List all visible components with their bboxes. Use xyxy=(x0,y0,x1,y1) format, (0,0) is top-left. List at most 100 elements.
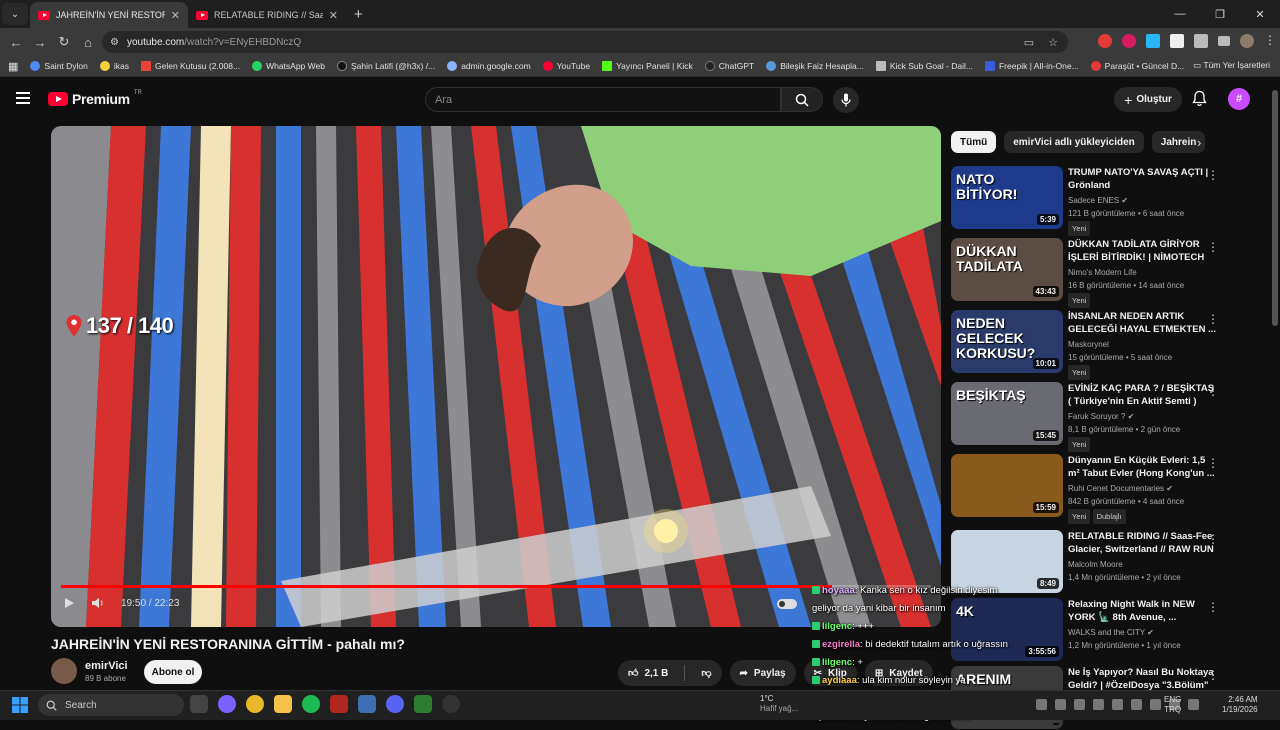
profile-avatar[interactable] xyxy=(1240,34,1254,48)
new-tab-button[interactable]: + xyxy=(354,6,363,23)
video-thumbnail[interactable]: DÜKKAN TADİLATA 43:43 xyxy=(951,238,1063,301)
forward-icon[interactable]: → xyxy=(28,35,52,50)
play-icon[interactable] xyxy=(63,597,75,609)
bookmark-item[interactable]: Yayıncı Paneli | Kick xyxy=(602,61,693,71)
chevron-right-icon[interactable]: › xyxy=(1197,135,1201,150)
weather-widget[interactable]: 1°C Hafif yağ... xyxy=(760,694,798,714)
video-thumbnail[interactable]: 15:59 xyxy=(951,454,1063,517)
tray-icon[interactable] xyxy=(1036,699,1047,710)
more-options-icon[interactable]: ⋮ xyxy=(1207,668,1219,682)
bookmark-item[interactable]: Paraşüt • Güncel D... xyxy=(1090,61,1184,71)
obs-icon[interactable] xyxy=(442,695,460,713)
app-icon[interactable] xyxy=(358,695,376,713)
more-options-icon[interactable]: ⋮ xyxy=(1207,532,1219,546)
bookmark-item[interactable]: Saint Dylon xyxy=(30,61,88,71)
bookmark-item[interactable]: WhatsApp Web xyxy=(252,61,325,71)
apps-grid-icon[interactable]: ▦ xyxy=(8,60,18,73)
volume-icon[interactable] xyxy=(91,597,105,609)
bookmark-item[interactable]: Freepik | All-in-One... xyxy=(984,61,1079,71)
more-options-icon[interactable]: ⋮ xyxy=(1207,456,1219,470)
page-scrollbar[interactable] xyxy=(1272,90,1278,326)
all-bookmarks-folder[interactable]: ▭ Tüm Yer İşaretleri xyxy=(1193,60,1270,71)
recommendation-title[interactable]: İNSANLAR NEDEN ARTIK GELECEĞİ HAYAL ETME… xyxy=(1068,310,1218,336)
recommendation-card[interactable]: BEŞİKTAŞ 15:45 EVİNİZ KAÇ PARA ? / BEŞİKTA… xyxy=(951,382,1251,452)
recommendation-channel[interactable]: Malcolm Moore xyxy=(1068,560,1123,569)
recommendation-channel[interactable]: WALKS and the CITY xyxy=(1068,628,1145,637)
video-thumbnail[interactable]: NATO BİTİYOR! 5:39 xyxy=(951,166,1063,229)
autoplay-toggle[interactable] xyxy=(777,599,797,609)
home-icon[interactable]: ⌂ xyxy=(76,35,100,50)
more-options-icon[interactable]: ⋮ xyxy=(1207,312,1219,326)
recommendation-title[interactable]: TRUMP NATO'YA SAVAŞ AÇTI | Grönland xyxy=(1068,166,1218,192)
tray-icon[interactable] xyxy=(1093,699,1104,710)
terminal-icon[interactable] xyxy=(414,695,432,713)
chip-all[interactable]: Tümü xyxy=(951,131,997,153)
tray-icon[interactable] xyxy=(1150,699,1161,710)
url-bar[interactable]: ⚙ youtube.com/watch?v=ENyEHBDNczQ ▭ ☆ xyxy=(102,31,1068,53)
recommendation-card[interactable]: DÜKKAN TADİLATA 43:43 DÜKKAN TADİLATA GİRİ… xyxy=(951,238,1251,308)
bookmark-item[interactable]: ChatGPT xyxy=(704,61,754,71)
bookmark-item[interactable]: Bileşik Faiz Hesapla... xyxy=(766,61,864,71)
chrome-icon[interactable] xyxy=(246,695,264,713)
more-options-icon[interactable]: ⋮ xyxy=(1207,168,1219,182)
maximize-button[interactable]: ❐ xyxy=(1200,0,1240,28)
close-window-button[interactable]: ✕ xyxy=(1240,0,1280,28)
recommendation-title[interactable]: DÜKKAN TADİLATA GİRİYOR İŞLERİ BİTİRDİK!… xyxy=(1068,238,1218,264)
spotify-icon[interactable] xyxy=(302,695,320,713)
language-indicator[interactable]: ENG TRQ xyxy=(1164,695,1181,715)
recommendation-title[interactable]: Relaxing Night Walk in NEW YORK 🗽 8th Av… xyxy=(1068,598,1218,624)
channel-name[interactable]: emirVici xyxy=(85,660,128,672)
more-options-icon[interactable]: ⋮ xyxy=(1207,384,1219,398)
bookmark-item[interactable]: admin.google.com xyxy=(447,61,531,71)
bookmark-star-icon[interactable]: ☆ xyxy=(1048,36,1058,49)
recommendation-channel[interactable]: Sadece ENES xyxy=(1068,196,1119,205)
minimize-button[interactable]: — xyxy=(1160,0,1200,28)
back-icon[interactable]: ← xyxy=(4,35,28,50)
extension-icon[interactable] xyxy=(1146,34,1160,48)
create-button[interactable]: + Oluştur xyxy=(1114,87,1182,112)
video-player[interactable]: 137 / 140 19:50 / 22:23 xyxy=(51,126,941,627)
voice-search-button[interactable] xyxy=(833,87,859,113)
install-app-icon[interactable]: ▭ xyxy=(1024,36,1034,49)
file-explorer-icon[interactable] xyxy=(274,695,292,713)
tab-riding[interactable]: RELATABLE RIDING // Saas-Fee Glacier, Sw… xyxy=(188,2,346,28)
recommendation-card[interactable]: 15:59 Dünyanın En Küçük Evleri: 1,5 m² Ta… xyxy=(951,454,1251,524)
chip-uploader[interactable]: emirVici adlı yükleyiciden xyxy=(1004,131,1144,153)
video-thumbnail[interactable]: NEDEN GELECEK KORKUSU? 10:01 xyxy=(951,310,1063,373)
recommendation-title[interactable]: EVİNİZ KAÇ PARA ? / BEŞİKTAŞ ( Türkiye'n… xyxy=(1068,382,1218,408)
puzzle-icon[interactable] xyxy=(1194,34,1208,48)
tray-icon[interactable] xyxy=(1112,699,1123,710)
subscribe-button[interactable]: Abone ol xyxy=(144,660,202,684)
more-options-icon[interactable]: ⋮ xyxy=(1207,240,1219,254)
tray-icon[interactable] xyxy=(1074,699,1085,710)
extension-icon[interactable] xyxy=(1170,34,1184,48)
extension-icon[interactable] xyxy=(1098,34,1112,48)
tab-search-button[interactable]: ⌄ xyxy=(2,3,28,25)
app-icon[interactable] xyxy=(330,695,348,713)
recommendation-channel[interactable]: Maskorynel xyxy=(1068,340,1109,349)
video-thumbnail[interactable]: BEŞİKTAŞ 15:45 xyxy=(951,382,1063,445)
copilot-icon[interactable] xyxy=(218,695,236,713)
close-tab-icon[interactable]: ✕ xyxy=(171,9,180,22)
dislike-button[interactable]: 👎︎ xyxy=(691,660,721,686)
channel-avatar[interactable] xyxy=(51,658,77,684)
tray-icon[interactable] xyxy=(1188,699,1199,710)
extension-icon[interactable] xyxy=(1122,34,1136,48)
reading-list-icon[interactable] xyxy=(1218,36,1230,46)
recommendation-channel[interactable]: Ruhi Cenet Documentaries xyxy=(1068,484,1164,493)
recommendation-title[interactable]: RELATABLE RIDING // Saas-Fee Glacier, Sw… xyxy=(1068,530,1218,556)
search-button[interactable] xyxy=(781,87,823,112)
recommendation-card[interactable]: NEDEN GELECEK KORKUSU? 10:01 İNSANLAR NEDE… xyxy=(951,310,1251,380)
recommendation-title[interactable]: Dünyanın En Küçük Evleri: 1,5 m² Tabut E… xyxy=(1068,454,1218,480)
bookmark-item[interactable]: Gelen Kutusu (2.008... xyxy=(141,61,240,71)
recommendation-channel[interactable]: Faruk Soruyor ? xyxy=(1068,412,1125,421)
more-options-icon[interactable]: ⋮ xyxy=(1207,600,1219,614)
tray-icon[interactable] xyxy=(1055,699,1066,710)
bookmark-item[interactable]: Kick Sub Goal - Dail... xyxy=(875,61,973,71)
bookmark-item[interactable]: Şahin Latifi (@h3x) /... xyxy=(336,61,435,71)
tab-video[interactable]: JAHREİN'İN YENİ RESTORANINA GİTTİM - pah… xyxy=(30,2,188,28)
recommendation-title[interactable]: Ne İş Yapıyor? Nasıl Bu Noktaya Geldi? |… xyxy=(1068,666,1218,692)
bookmark-item[interactable]: YouTube xyxy=(542,61,590,71)
bookmark-item[interactable]: ikas xyxy=(99,61,129,71)
menu-hamburger-icon[interactable] xyxy=(16,92,30,107)
